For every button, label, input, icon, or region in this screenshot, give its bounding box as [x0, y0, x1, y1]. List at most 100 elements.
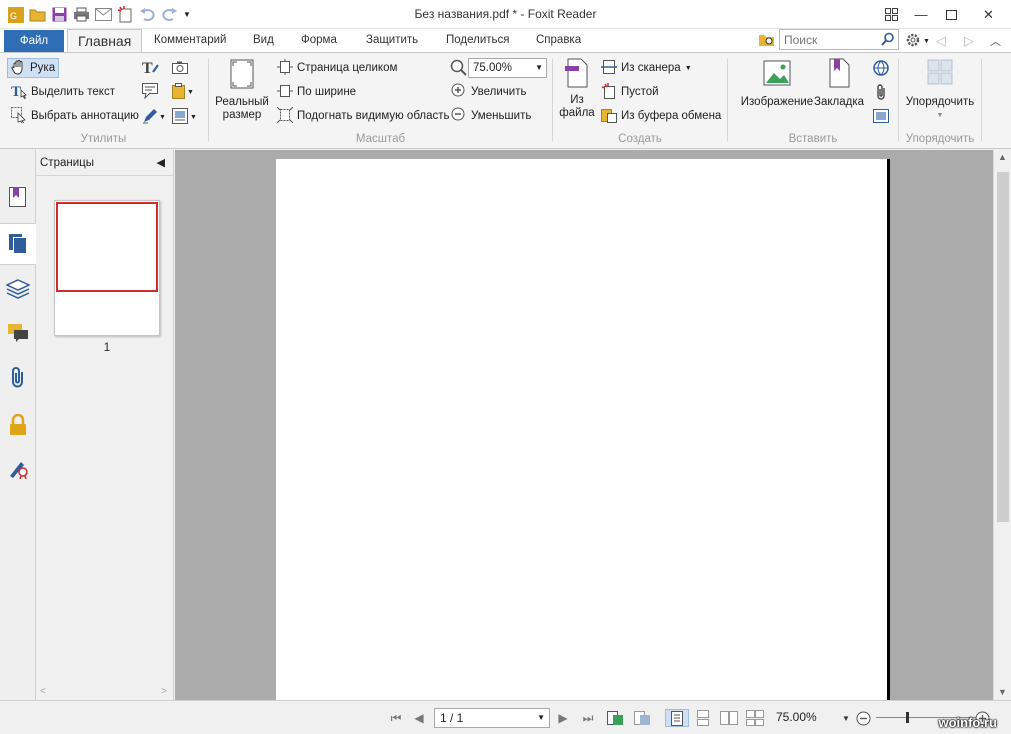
zoom-out-status-icon[interactable]: [854, 709, 872, 727]
zoom-in-label: Увеличить: [471, 86, 527, 98]
select-annotation-button[interactable]: Выбрать аннотацию: [11, 106, 139, 126]
pages-panel-icon[interactable]: [0, 223, 36, 265]
layout-icon[interactable]: [876, 0, 906, 29]
tab-home[interactable]: Главная: [67, 29, 143, 52]
ribbon-tabs: Файл Главная Комментарий Вид Форма Защит…: [0, 29, 1011, 52]
document-view[interactable]: [175, 150, 993, 700]
select-text-button[interactable]: T Выделить текст: [11, 82, 115, 102]
from-scanner-label: Из сканера: [621, 62, 681, 74]
scrollbar-thumb[interactable]: [997, 172, 1009, 522]
forward-icon[interactable]: ▷: [964, 33, 974, 49]
maximize-button[interactable]: [936, 0, 966, 29]
bookmark-icon: [826, 58, 852, 92]
select-text-label: Выделить текст: [31, 86, 115, 98]
attachment-icon[interactable]: [874, 84, 888, 103]
zoom-select[interactable]: 75.00% ▼: [468, 58, 547, 78]
continuous-facing-view-icon[interactable]: [744, 709, 766, 727]
navigation-rail: [0, 150, 36, 700]
visible-area-indicator[interactable]: [56, 202, 158, 292]
tab-protect[interactable]: Защитить: [356, 31, 428, 52]
insert-image-button[interactable]: Изображение: [734, 58, 820, 109]
fit-width-button[interactable]: По ширине: [277, 82, 356, 102]
note-icon[interactable]: [142, 83, 159, 102]
tab-share[interactable]: Поделиться: [436, 31, 520, 52]
layers-panel-icon[interactable]: [5, 276, 31, 302]
snapshot-icon[interactable]: [172, 61, 188, 77]
attachments-panel-icon[interactable]: [5, 365, 31, 391]
scroll-right-icon[interactable]: >: [161, 686, 167, 697]
arrange-button-label: Упорядочить: [905, 96, 975, 108]
zoom-magnifier-icon[interactable]: [450, 59, 467, 79]
clipboard-icon: [172, 83, 186, 102]
fit-visible-label: Подогнать видимую область: [297, 110, 450, 122]
collapse-ribbon-icon[interactable]: ︿: [990, 33, 1001, 49]
tab-file[interactable]: Файл: [4, 30, 64, 52]
bookmarks-panel-icon[interactable]: [5, 184, 31, 210]
signatures-panel-icon[interactable]: [5, 455, 31, 481]
web-link-icon[interactable]: [873, 60, 889, 79]
tab-comment[interactable]: Комментарий: [144, 31, 236, 52]
fit-visible-button[interactable]: Подогнать видимую область: [276, 106, 450, 126]
video-icon[interactable]: [873, 109, 889, 126]
panel-horizontal-scrollbar[interactable]: < >: [36, 686, 173, 700]
fit-page-button[interactable]: Страница целиком: [277, 58, 397, 78]
from-clipboard-button[interactable]: Из буфера обмена: [601, 106, 721, 126]
next-page-icon[interactable]: ▶: [554, 709, 572, 727]
zoom-slider-knob[interactable]: [906, 712, 909, 723]
title-bar: G ▼ Без названия.pdf * - Foxit Reader —: [0, 0, 1011, 29]
security-lock-icon[interactable]: [5, 412, 31, 438]
comments-panel-icon[interactable]: [5, 320, 31, 346]
single-page-view-icon[interactable]: [665, 709, 689, 727]
collapse-panel-icon[interactable]: ◀: [157, 150, 165, 176]
zoom-out-button[interactable]: Уменьшить: [451, 106, 531, 126]
scroll-up-icon[interactable]: ▲: [998, 152, 1007, 162]
page-number-field[interactable]: 1 / 1 ▼: [434, 708, 550, 728]
ribbon: Рука T Выделить текст Выбрать аннотацию …: [0, 52, 1011, 149]
from-file-label-1: Из: [570, 94, 584, 106]
last-page-icon[interactable]: ⏭: [578, 709, 598, 727]
chevron-down-icon: ▼: [684, 64, 692, 72]
previous-page-icon[interactable]: ◀: [410, 709, 428, 727]
arrange-button[interactable]: Упорядочить ▼: [901, 58, 979, 122]
typewriter-icon[interactable]: T: [142, 59, 160, 79]
zoom-dropdown-icon[interactable]: ▼: [840, 709, 852, 727]
from-scanner-button[interactable]: Из сканера ▼: [601, 58, 692, 78]
hand-tool-button[interactable]: Рука: [7, 58, 60, 78]
tab-view[interactable]: Вид: [243, 31, 284, 52]
from-clipboard-label: Из буфера обмена: [621, 110, 722, 122]
search-input[interactable]: [780, 30, 876, 49]
close-button[interactable]: ✕: [966, 0, 1011, 29]
pdf-page[interactable]: [276, 159, 890, 700]
watermark-text: woinfo.ru: [938, 715, 998, 730]
find-folder-icon[interactable]: [758, 32, 775, 50]
settings-menu[interactable]: ▼: [905, 32, 930, 51]
blank-label: Пустой: [621, 86, 659, 98]
page-thumbnail[interactable]: [54, 200, 160, 336]
status-zoom-value: 75.00%: [776, 710, 817, 724]
search-field[interactable]: [779, 29, 899, 50]
document-vertical-scrollbar[interactable]: ▲ ▼: [993, 150, 1011, 700]
facing-view-icon[interactable]: [718, 709, 740, 727]
zoom-in-button[interactable]: Увеличить: [451, 82, 526, 102]
zoom-out-icon: [451, 107, 467, 126]
first-page-icon[interactable]: ⏮: [386, 709, 406, 727]
blank-button[interactable]: Пустой: [601, 82, 659, 102]
scroll-down-icon[interactable]: ▼: [998, 687, 1007, 697]
insert-bookmark-button[interactable]: Закладка: [812, 58, 866, 109]
search-icon[interactable]: [881, 32, 895, 49]
from-file-button[interactable]: Из файла: [558, 58, 596, 120]
continuous-view-icon[interactable]: [692, 709, 714, 727]
highlight-menu[interactable]: ▼: [142, 108, 166, 127]
screenshot-menu[interactable]: ▼: [172, 108, 197, 127]
tab-help[interactable]: Справка: [526, 31, 591, 52]
minimize-button[interactable]: —: [906, 0, 936, 29]
clipboard-menu[interactable]: ▼: [172, 83, 194, 102]
scroll-left-icon[interactable]: <: [40, 686, 46, 697]
chevron-down-icon: ▼: [535, 63, 543, 72]
previous-view-icon[interactable]: [604, 709, 626, 727]
back-icon[interactable]: ◁: [936, 33, 946, 49]
next-view-icon[interactable]: [631, 709, 653, 727]
gear-icon[interactable]: [905, 32, 921, 51]
actual-size-button[interactable]: Реальный размер: [215, 58, 269, 122]
tab-form[interactable]: Форма: [291, 31, 347, 52]
